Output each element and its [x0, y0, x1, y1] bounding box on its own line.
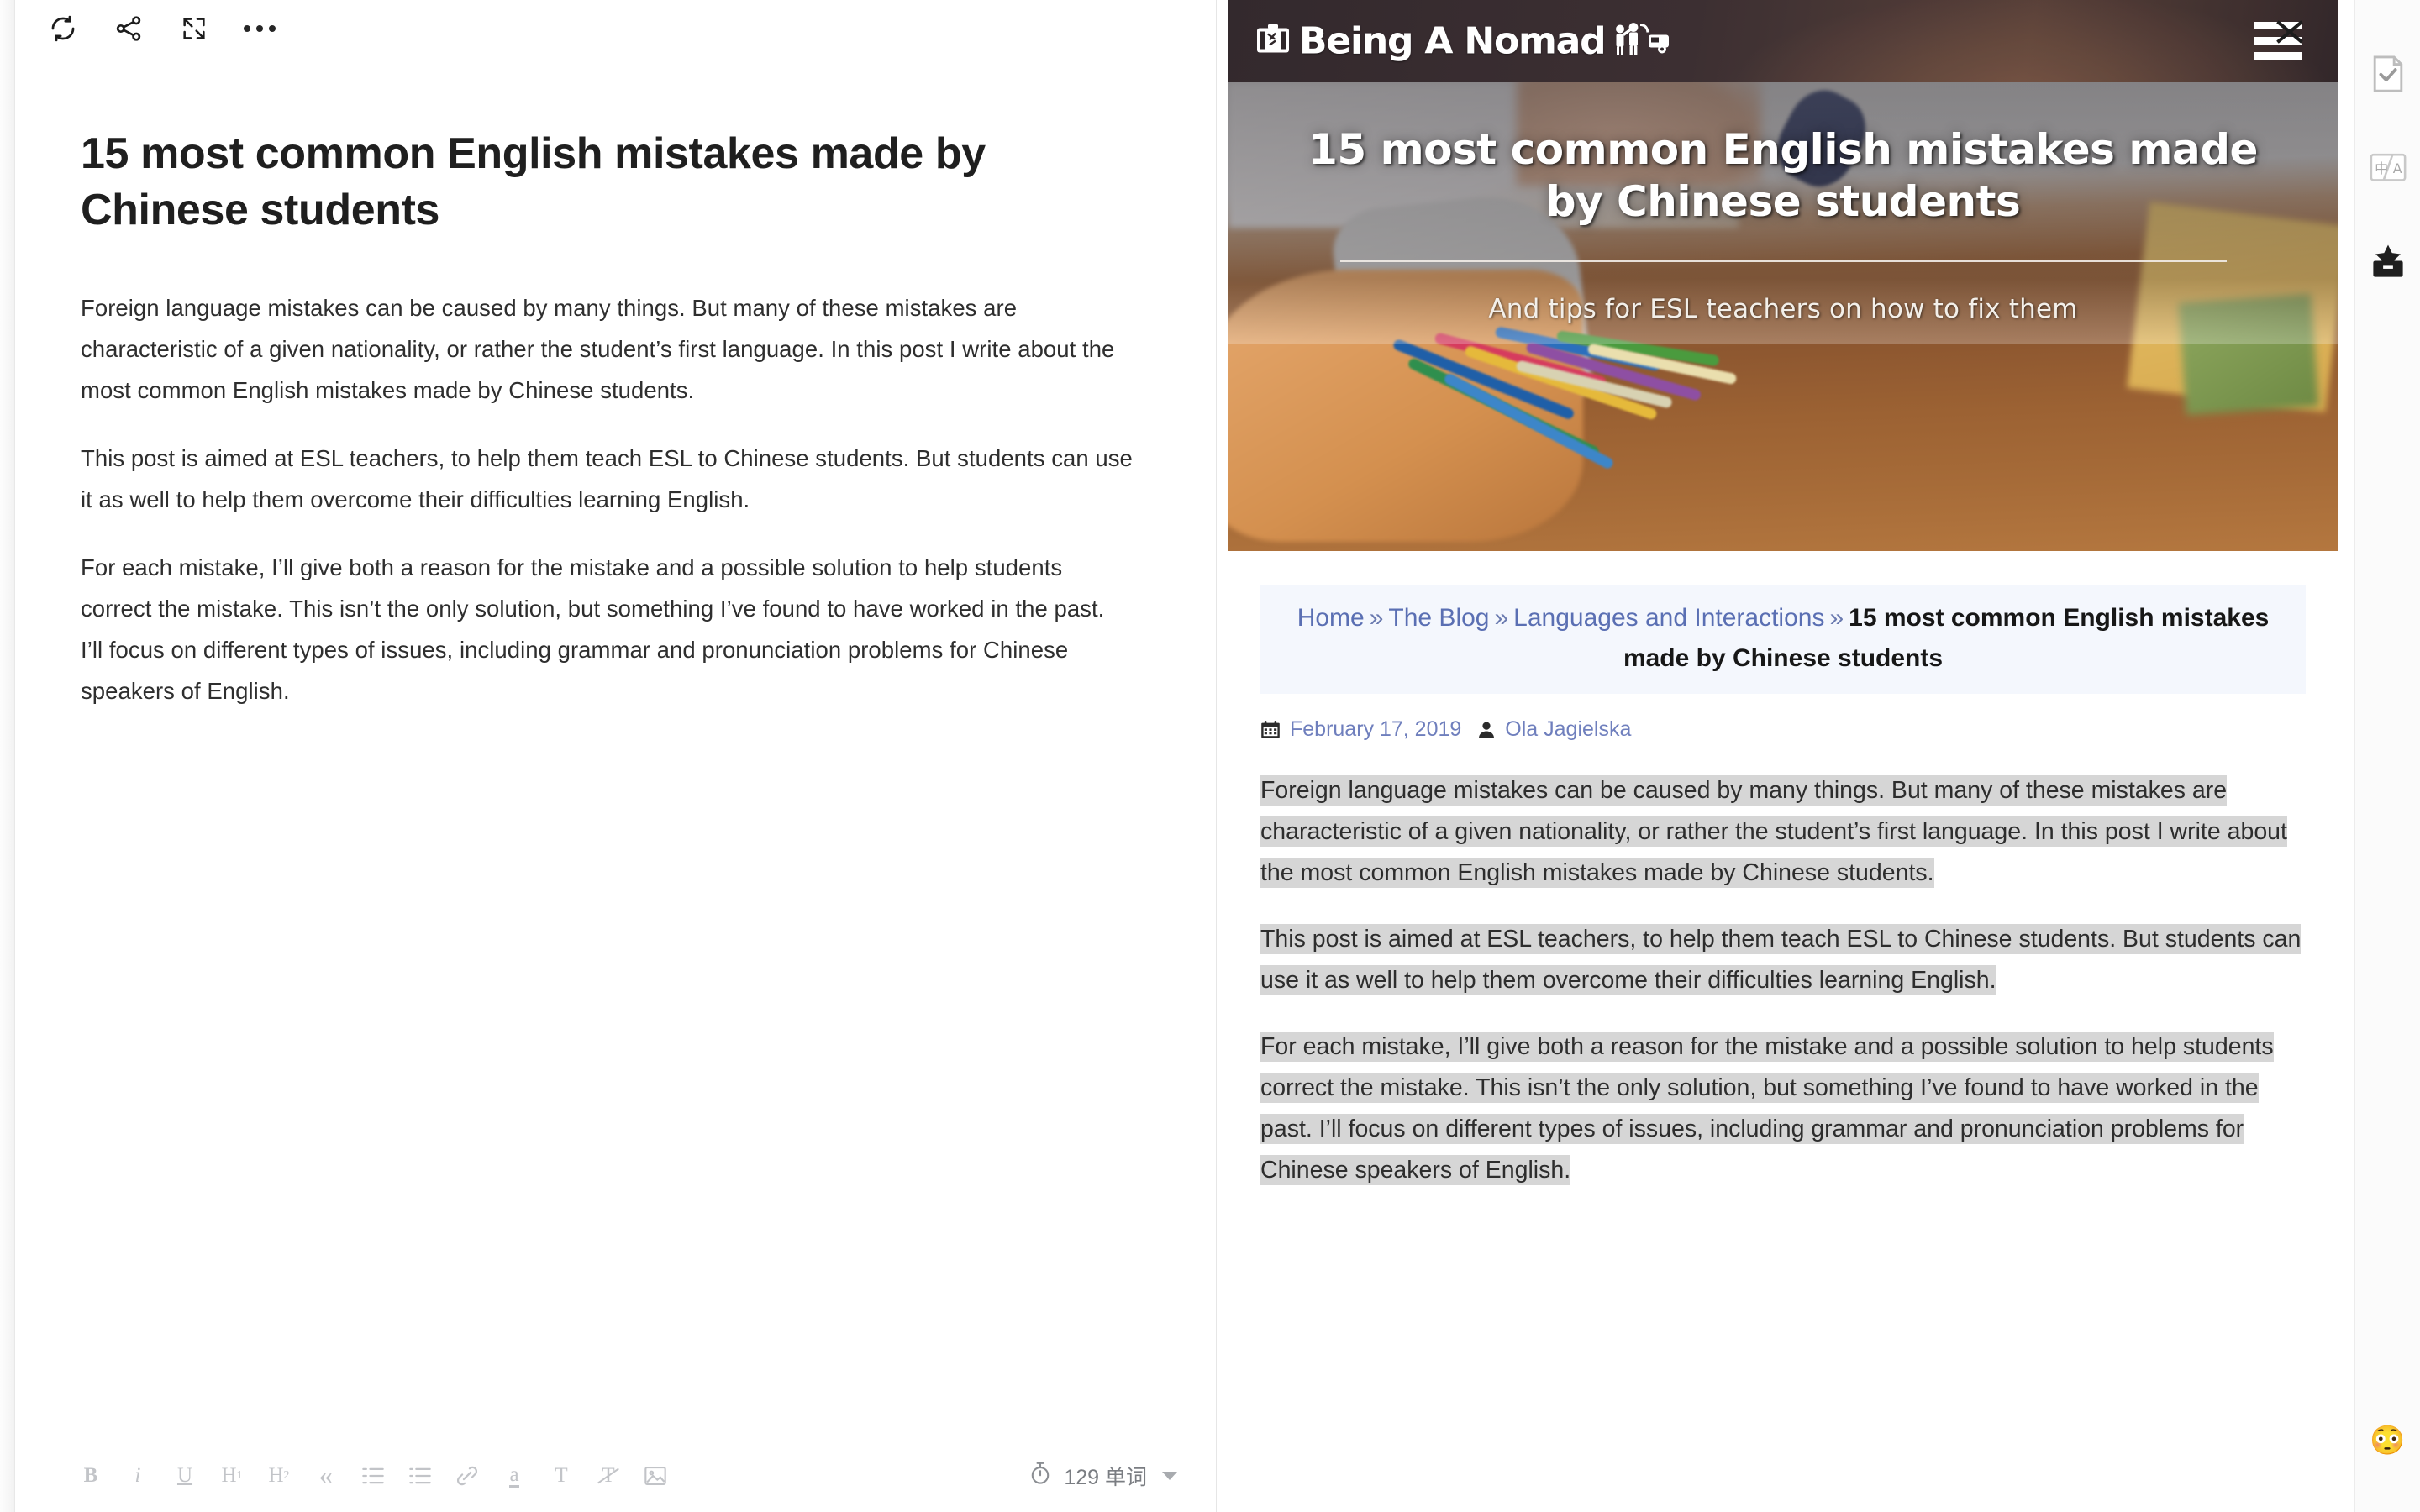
- italic-button[interactable]: i: [124, 1455, 151, 1497]
- ordered-list-button[interactable]: [360, 1455, 387, 1497]
- more-options-icon[interactable]: [227, 0, 292, 57]
- editor-paragraph[interactable]: This post is aimed at ESL teachers, to h…: [81, 438, 1133, 521]
- post-meta: February 17, 2019 Ola Jagielska: [1260, 717, 2338, 742]
- share-icon[interactable]: [96, 0, 161, 57]
- hero-title: 15 most common English mistakes made by …: [1308, 125, 2258, 226]
- author-user-icon: [1477, 721, 1496, 739]
- task-check-document-icon[interactable]: [2366, 52, 2410, 96]
- translate-icon[interactable]: 中 A: [2366, 146, 2410, 190]
- calendar-icon: [1260, 720, 1281, 740]
- fullscreen-icon[interactable]: [161, 0, 227, 57]
- editor-top-toolbar: [15, 0, 1216, 57]
- timer-icon: [1028, 1461, 1052, 1492]
- editor-pane: 15 most common English mistakes made by …: [15, 0, 1217, 1512]
- hero-divider: [1339, 260, 2227, 262]
- post-paragraph: Foreign language mistakes can be caused …: [1260, 775, 2287, 889]
- editor-title[interactable]: 15 most common English mistakes made by …: [81, 126, 1106, 238]
- word-count-label: 129 单词: [1064, 1466, 1147, 1489]
- app-root: 15 most common English mistakes made by …: [0, 0, 2420, 1512]
- close-icon[interactable]: [2274, 18, 2304, 45]
- site-header: Being A Nomad: [1228, 0, 2338, 82]
- post-paragraph: This post is aimed at ESL teachers, to h…: [1260, 924, 2302, 996]
- heading-2-button[interactable]: H2: [266, 1455, 292, 1497]
- editor-paragraph[interactable]: For each mistake, I’ll give both a reaso…: [81, 548, 1133, 712]
- blockquote-button[interactable]: «: [313, 1455, 339, 1497]
- highlight-button[interactable]: a: [501, 1455, 528, 1497]
- site-logo-text: Being A Nomad: [1299, 19, 1607, 63]
- breadcrumb-separator: »: [1494, 604, 1509, 632]
- link-button[interactable]: [454, 1455, 481, 1497]
- editor-format-toolbar: B i U H1 H2 « a T 129 单词: [15, 1440, 1216, 1512]
- breadcrumb-item-languages-and-interactions[interactable]: Languages and Interactions: [1513, 604, 1824, 632]
- svg-text:中: 中: [2375, 160, 2388, 176]
- hero-subtitle: And tips for ESL teachers on how to fix …: [1488, 294, 2078, 324]
- breadcrumb: Home» The Blog» Languages and Interactions…: [1260, 585, 2306, 694]
- breadcrumb-separator: »: [1829, 604, 1844, 632]
- post-paragraph: For each mistake, I’ll give both a reaso…: [1260, 1032, 2274, 1186]
- svg-text:A: A: [2392, 160, 2402, 176]
- breadcrumb-item-home[interactable]: Home: [1297, 604, 1365, 632]
- people-caravan-icon: [1612, 22, 1674, 61]
- clear-format-button[interactable]: T: [595, 1455, 622, 1497]
- breadcrumb-item-the-blog[interactable]: The Blog: [1388, 604, 1489, 632]
- chevron-down-icon[interactable]: [1162, 1472, 1177, 1480]
- editor-paragraph[interactable]: Foreign language mistakes can be caused …: [81, 288, 1133, 412]
- emoji-status[interactable]: 😳: [2370, 1426, 2405, 1455]
- bullet-list-button[interactable]: [407, 1455, 434, 1497]
- insert-image-button[interactable]: [642, 1455, 669, 1497]
- word-count-control[interactable]: 129 单词: [1028, 1461, 1177, 1492]
- text-color-button[interactable]: T: [548, 1455, 575, 1497]
- menu-hamburger-icon[interactable]: [2254, 22, 2302, 60]
- left-edge-strip: [0, 0, 15, 1512]
- underline-button[interactable]: U: [171, 1455, 198, 1497]
- bold-button[interactable]: B: [77, 1455, 104, 1497]
- editor-document[interactable]: 15 most common English mistakes made by …: [81, 126, 1150, 1420]
- breadcrumb-separator: »: [1369, 604, 1384, 632]
- right-tool-rail: 中 A 😳: [2354, 0, 2420, 1512]
- post-content: Foreign language mistakes can be caused …: [1260, 770, 2309, 1191]
- post-author[interactable]: Ola Jagielska: [1505, 717, 1631, 742]
- preview-pane: Being A Nomad 15 most common English mis…: [1217, 0, 2354, 1512]
- suitcase-icon: [1254, 23, 1292, 60]
- toolbox-icon[interactable]: [2366, 240, 2410, 284]
- refresh-sync-icon[interactable]: [30, 0, 96, 57]
- site-logo[interactable]: Being A Nomad: [1254, 20, 1674, 63]
- post-date[interactable]: February 17, 2019: [1290, 717, 1461, 742]
- hero-banner: 15 most common English mistakes made by …: [1228, 82, 2338, 551]
- heading-1-button[interactable]: H1: [218, 1455, 245, 1497]
